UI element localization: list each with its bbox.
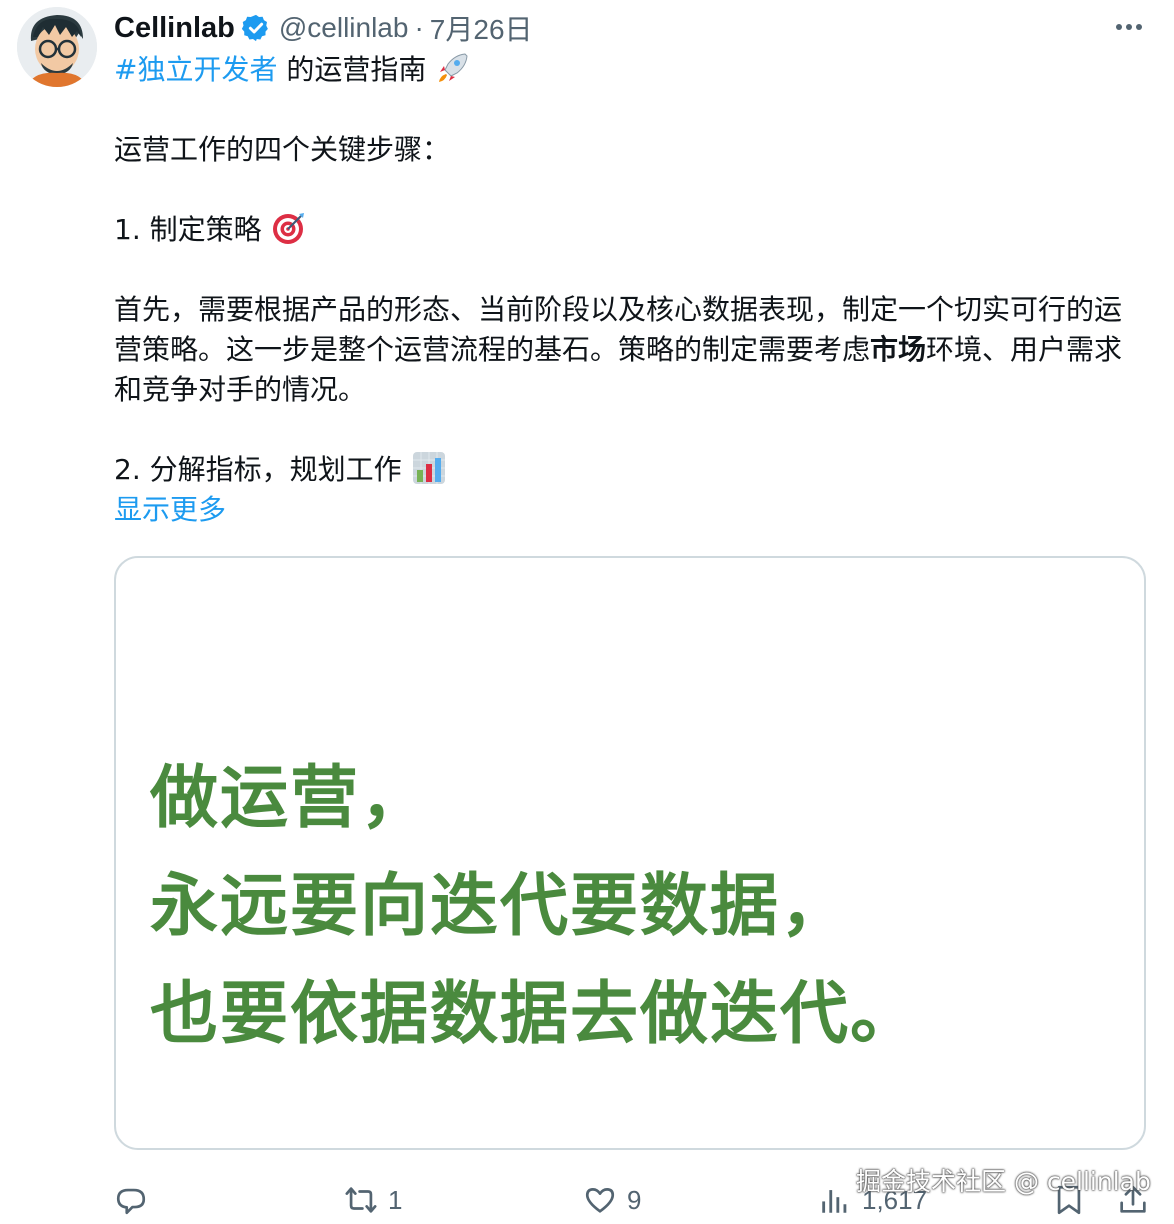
like-button[interactable]: 9 (583, 1180, 641, 1220)
quote-line-2: 永远要向迭代要数据， (150, 866, 851, 946)
avatar[interactable] (17, 7, 97, 87)
tweet-media-image[interactable]: 做运营， 永远要向迭代要数据， 也要依据数据去做迭代。 (114, 556, 1146, 1150)
tweet-body: #独立开发者 的运营指南 运营工作的四个关键步骤： 1. 制定策略 首先，需要根… (114, 50, 1144, 530)
author-handle[interactable]: @cellinlab (279, 12, 409, 44)
show-more-link[interactable]: 显示更多 (114, 490, 1144, 530)
tweet-step-1: 1. 制定策略 (114, 210, 1144, 250)
step-2-text: 2. 分解指标，规划工作 (114, 453, 411, 486)
bar-chart-icon (412, 452, 445, 484)
retweet-count: 1 (388, 1184, 403, 1215)
like-count: 9 (627, 1184, 642, 1215)
tweet-paragraph-1: 首先，需要根据产品的形态、当前阶段以及核心数据表现，制定一个切实可行的运营策略。… (114, 290, 1144, 410)
tweet-header: Cellinlab @cellinlab · 7月26日 (114, 8, 533, 48)
retweet-button[interactable]: 1 (344, 1180, 402, 1220)
tweet-step-2: 2. 分解指标，规划工作 (114, 450, 1144, 490)
author-display-name[interactable]: Cellinlab (114, 12, 235, 45)
tweet-line-subtitle: 运营工作的四个关键步骤： (114, 133, 451, 166)
quote-line-3: 也要依据数据去做迭代。 (150, 974, 921, 1054)
separator-dot: · (414, 12, 424, 43)
views-icon (822, 1190, 847, 1213)
reply-button[interactable] (114, 1180, 148, 1220)
step-1-text: 1. 制定策略 (114, 213, 271, 246)
avatar-illustration (17, 7, 97, 87)
paragraph-1-bold: 市场 (870, 333, 927, 366)
title-text: 的运营指南 (277, 53, 436, 86)
tweet-date[interactable]: 7月26日 (430, 8, 533, 48)
reply-icon (116, 1188, 146, 1215)
quote-text: 做运营， 永远要向迭代要数据， 也要依据数据去做迭代。 (150, 744, 920, 1068)
more-dots-icon[interactable] (1112, 10, 1146, 44)
watermark-text: 掘金技术社区 @ cellinlab (856, 1167, 1151, 1196)
quote-line-1: 做运营， (150, 758, 431, 838)
retweet-icon (345, 1187, 377, 1213)
verified-badge-icon[interactable] (241, 13, 271, 43)
heart-icon (585, 1188, 615, 1213)
hashtag-link[interactable]: #独立开发者 (114, 53, 277, 86)
rocket-icon (439, 53, 468, 82)
target-icon (272, 213, 304, 244)
tweet-line-title: #独立开发者 的运营指南 (114, 50, 1144, 90)
